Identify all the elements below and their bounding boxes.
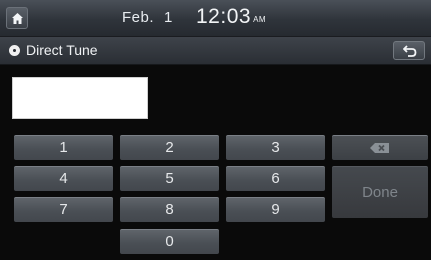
key-8[interactable]: 8 xyxy=(120,197,219,222)
date-display: Feb. 1 xyxy=(122,9,173,26)
home-button[interactable] xyxy=(6,7,28,29)
key-6[interactable]: 6 xyxy=(226,166,325,191)
home-icon xyxy=(12,13,23,24)
back-icon xyxy=(403,45,417,57)
key-0[interactable]: 0 xyxy=(120,229,219,254)
clock-time: 12:03 xyxy=(196,5,252,28)
page-title: Direct Tune xyxy=(26,42,98,58)
backspace-icon xyxy=(370,143,389,154)
key-2[interactable]: 2 xyxy=(120,135,219,160)
done-button[interactable]: Done xyxy=(332,166,428,218)
key-9[interactable]: 9 xyxy=(226,197,325,222)
key-1[interactable]: 1 xyxy=(14,135,113,160)
backspace-button[interactable] xyxy=(332,135,428,160)
key-4[interactable]: 4 xyxy=(14,166,113,191)
key-5[interactable]: 5 xyxy=(120,166,219,191)
date-month: Feb. xyxy=(122,9,155,26)
status-bar: Feb. 1 12:03 AM xyxy=(0,0,431,37)
radio-dot-icon xyxy=(9,45,20,56)
title-bar: Direct Tune xyxy=(0,37,431,65)
clock-ampm: AM xyxy=(253,15,267,24)
frequency-input[interactable] xyxy=(12,77,148,119)
key-7[interactable]: 7 xyxy=(14,197,113,222)
clock: 12:03 AM xyxy=(196,5,266,29)
key-3[interactable]: 3 xyxy=(226,135,325,160)
back-button[interactable] xyxy=(393,41,425,60)
date-day: 1 xyxy=(164,9,173,26)
